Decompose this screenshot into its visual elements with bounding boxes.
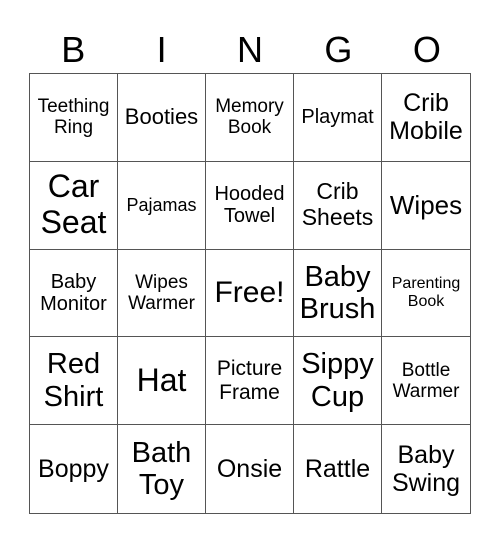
- bingo-cell[interactable]: Rattle: [294, 425, 382, 513]
- header-letter-b: B: [61, 29, 86, 70]
- bingo-cell[interactable]: Bath Toy: [118, 425, 206, 513]
- bingo-cell[interactable]: Red Shirt: [30, 337, 118, 426]
- bingo-card-grid: Teething Ring Booties Memory Book Playma…: [29, 73, 471, 514]
- bingo-cell[interactable]: Playmat: [294, 74, 382, 162]
- bingo-cell[interactable]: Booties: [118, 74, 206, 162]
- bingo-cell[interactable]: Baby Swing: [382, 425, 470, 513]
- bingo-cell[interactable]: Memory Book: [206, 74, 294, 162]
- bingo-cell[interactable]: Baby Brush: [294, 249, 382, 338]
- bingo-cell[interactable]: Baby Monitor: [30, 249, 118, 338]
- bingo-cell[interactable]: Crib Mobile: [382, 74, 470, 162]
- bingo-cell[interactable]: Wipes: [382, 162, 470, 250]
- bingo-cell[interactable]: Teething Ring: [30, 74, 118, 162]
- header-letter-o: O: [412, 29, 441, 70]
- header-letter-g: G: [324, 29, 353, 70]
- bingo-cell[interactable]: Wipes Warmer: [118, 249, 206, 338]
- bingo-header: B I N G O: [29, 28, 471, 72]
- bingo-cell[interactable]: Boppy: [30, 425, 118, 513]
- bingo-cell[interactable]: Car Seat: [30, 161, 118, 250]
- bingo-cell[interactable]: Sippy Cup: [294, 337, 382, 426]
- bingo-cell[interactable]: Pajamas: [118, 161, 206, 250]
- bingo-cell[interactable]: Crib Sheets: [294, 161, 382, 250]
- bingo-cell[interactable]: Bottle Warmer: [382, 337, 470, 426]
- header-letter-i: I: [156, 29, 167, 70]
- bingo-cell[interactable]: Parenting Book: [382, 250, 470, 338]
- bingo-cell-free-space[interactable]: Free!: [206, 249, 294, 338]
- header-letter-n: N: [237, 29, 264, 70]
- bingo-cell[interactable]: Picture Frame: [206, 337, 294, 426]
- bingo-cell[interactable]: Hat: [118, 337, 206, 426]
- bingo-cell[interactable]: Onsie: [206, 425, 294, 513]
- bingo-cell[interactable]: Hooded Towel: [206, 161, 294, 250]
